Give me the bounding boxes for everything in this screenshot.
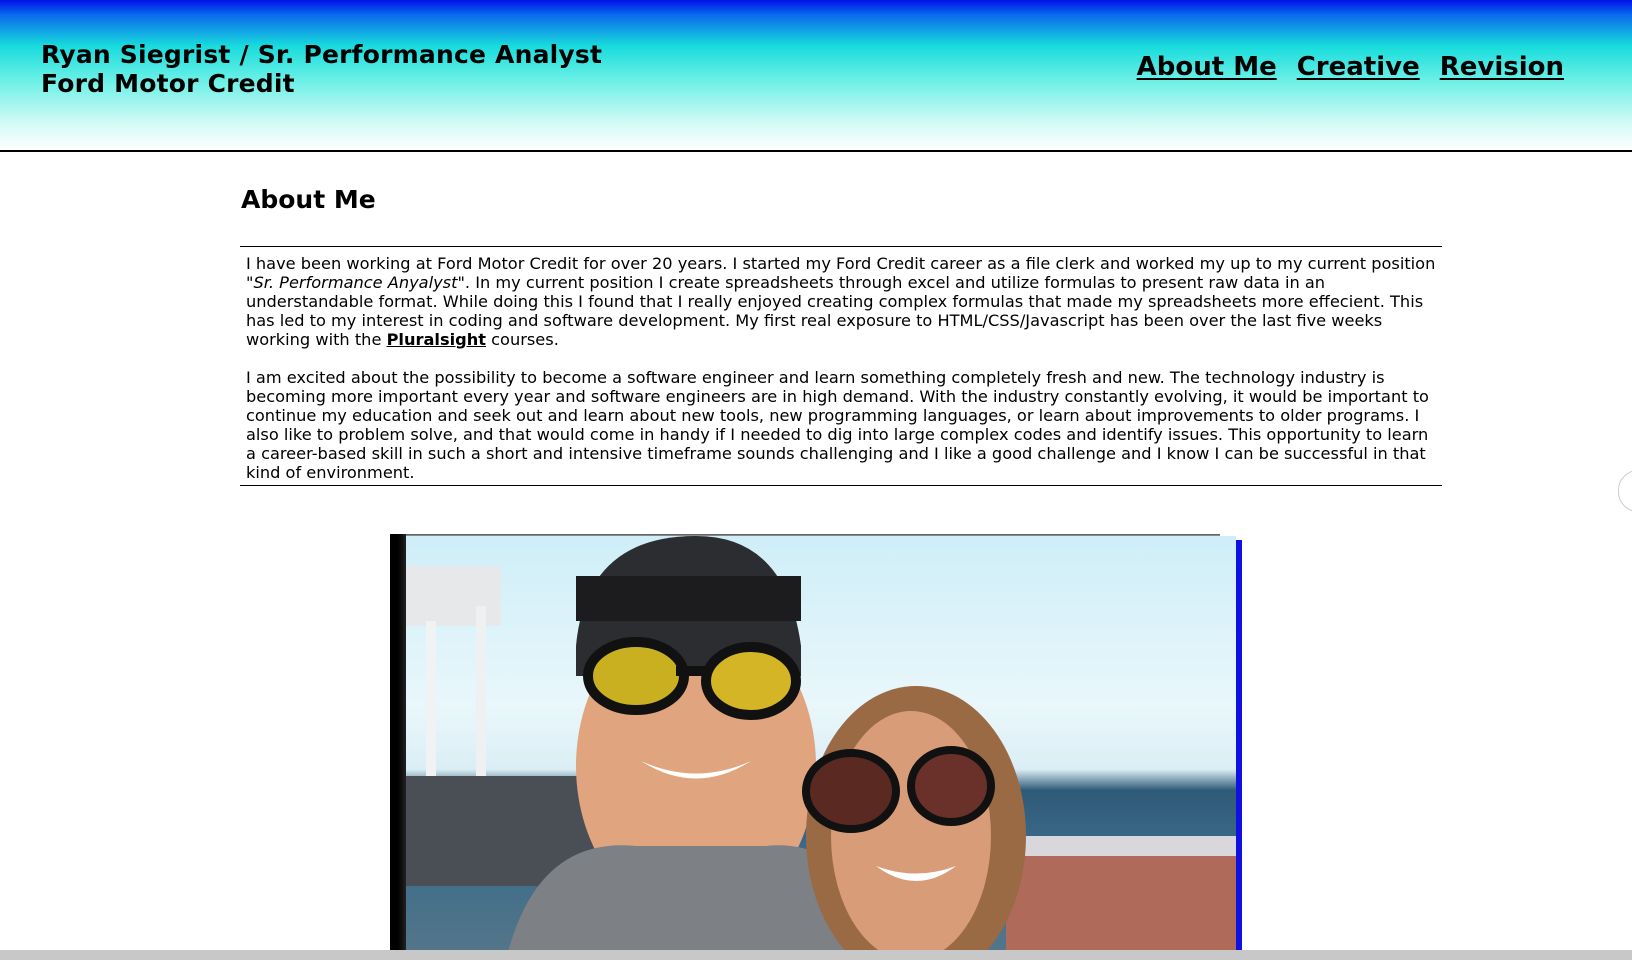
- profile-photo-frame: [390, 534, 1243, 960]
- nav-link-about-me[interactable]: About Me: [1137, 52, 1277, 82]
- about-p1-intro: I have been working at Ford Motor Credit…: [246, 254, 1436, 273]
- job-title-quote: "Sr. Performance Anyalyst": [246, 273, 465, 292]
- site-title: Ryan Siegrist / Sr. Performance Analyst …: [41, 40, 602, 98]
- site-title-company: Ford Motor Credit: [41, 69, 295, 98]
- profile-photo: [406, 536, 1236, 960]
- site-title-name: Ryan Siegrist / Sr. Performance Analyst: [41, 40, 603, 69]
- site-header: Ryan Siegrist / Sr. Performance Analyst …: [0, 0, 1632, 152]
- horizontal-scrollbar[interactable]: [0, 950, 1632, 960]
- page-title: About Me: [241, 185, 376, 214]
- pluralsight-link[interactable]: Pluralsight: [387, 330, 486, 349]
- photo-illustration: [406, 536, 1236, 960]
- about-p1-end: courses.: [486, 330, 559, 349]
- about-paragraph-1: I have been working at Ford Motor Credit…: [246, 254, 1437, 349]
- nav-link-creative[interactable]: Creative: [1297, 52, 1420, 82]
- nav-link-revision[interactable]: Revision: [1440, 52, 1564, 82]
- about-text-box: I have been working at Ford Motor Credit…: [240, 246, 1442, 486]
- about-paragraph-2: I am excited about the possibility to be…: [246, 368, 1429, 482]
- main-nav: About Me Creative Revision: [1137, 52, 1564, 82]
- side-scroll-handle[interactable]: [1618, 470, 1632, 512]
- photo-shadow: [390, 534, 406, 960]
- photo-border-accent: [1236, 540, 1242, 960]
